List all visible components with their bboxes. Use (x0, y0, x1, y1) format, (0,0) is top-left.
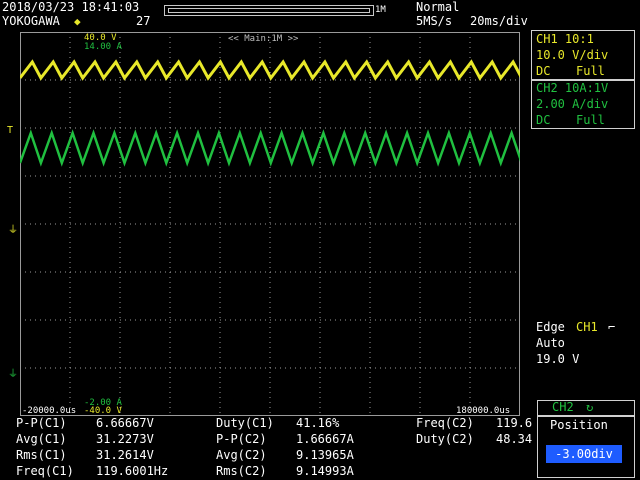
trigger-level-marker-icon: T (7, 125, 14, 136)
plot-grid (20, 32, 520, 416)
position-channel-header[interactable]: CH2 ↻ (537, 400, 635, 416)
measurement-value: 31.2273V (96, 432, 154, 446)
zoom-label: << Main:1M >> (228, 34, 299, 44)
position-softkey[interactable]: Position -3.00div (537, 416, 635, 478)
trigger-type: Edge (536, 320, 565, 334)
measurement-value: 31.2614V (96, 448, 154, 462)
ch2-top-scale: 14.00 A (84, 42, 122, 52)
position-label: Position (550, 418, 608, 432)
ch2-scale: 2.00 A/div (536, 97, 609, 111)
rising-edge-icon: ⌐ (608, 320, 616, 334)
ch1-coupling: DC (536, 64, 551, 78)
ch1-scale: 10.0 V/div (536, 48, 609, 62)
record-length: 1M (375, 5, 386, 15)
trigger-source: CH1 (576, 320, 598, 334)
trigger-mode-auto: Auto (536, 336, 565, 350)
ch1-waveform (20, 59, 520, 81)
sample-rate: 5MS/s (416, 14, 453, 28)
measurement-label: P-P(C2) (216, 432, 267, 446)
position-channel-label: CH2 (552, 400, 574, 414)
time-right-label: 180000.0us (456, 406, 511, 416)
measurement-value: 6.66667V (96, 416, 154, 430)
brand-label: YOKOGAWA (2, 14, 60, 28)
acquisition-count: 27 (136, 14, 151, 28)
measurement-label: Duty(C2) (416, 432, 474, 446)
measurement-label: Avg(C2) (216, 448, 267, 462)
position-knob-icon: ↻ (586, 400, 594, 414)
ch1-bottom-scale: -40.0 V (84, 406, 122, 416)
measurement-value: 119.6 (496, 416, 533, 430)
measurement-label: Freq(C1) (16, 464, 74, 478)
trigger-level: 19.0 V (536, 352, 580, 366)
trigger-mode: Normal (416, 0, 460, 14)
measurement-value: 1.66667A (296, 432, 354, 446)
measurement-value: 9.13965A (296, 448, 354, 462)
ch1-ground-marker-icon: ⏚ (8, 225, 18, 236)
ch2-coupling: DC (536, 113, 551, 127)
timebase: 20ms/div (470, 14, 528, 28)
time-left-label: -20000.0us (22, 406, 77, 416)
measurement-label: P-P(C1) (16, 416, 67, 430)
measurement-label: Rms(C2) (216, 464, 267, 478)
measurement-value: 119.6001Hz (96, 464, 169, 478)
measurement-label: Duty(C1) (216, 416, 274, 430)
run-diamond-icon: ◆ (74, 15, 81, 28)
datetime: 2018/03/23 18:41:03 (2, 0, 140, 14)
record-position-bar[interactable] (164, 5, 374, 16)
ch2-title: CH2 10A:1V (536, 81, 609, 95)
ch1-title: CH1 10:1 (536, 32, 594, 46)
ch2-ground-marker-icon: ⏚ (8, 369, 18, 380)
measurement-label: Avg(C1) (16, 432, 67, 446)
measurement-value: 48.34 (496, 432, 533, 446)
measurement-label: Freq(C2) (416, 416, 474, 430)
ch2-bandwidth: Full (576, 113, 605, 127)
waveform-plot[interactable] (20, 32, 520, 416)
measurement-value: 9.14993A (296, 464, 354, 478)
measurement-label: Rms(C1) (16, 448, 67, 462)
position-value[interactable]: -3.00div (546, 445, 622, 463)
measurement-value: 41.16% (296, 416, 340, 430)
ch1-bandwidth: Full (576, 64, 605, 78)
